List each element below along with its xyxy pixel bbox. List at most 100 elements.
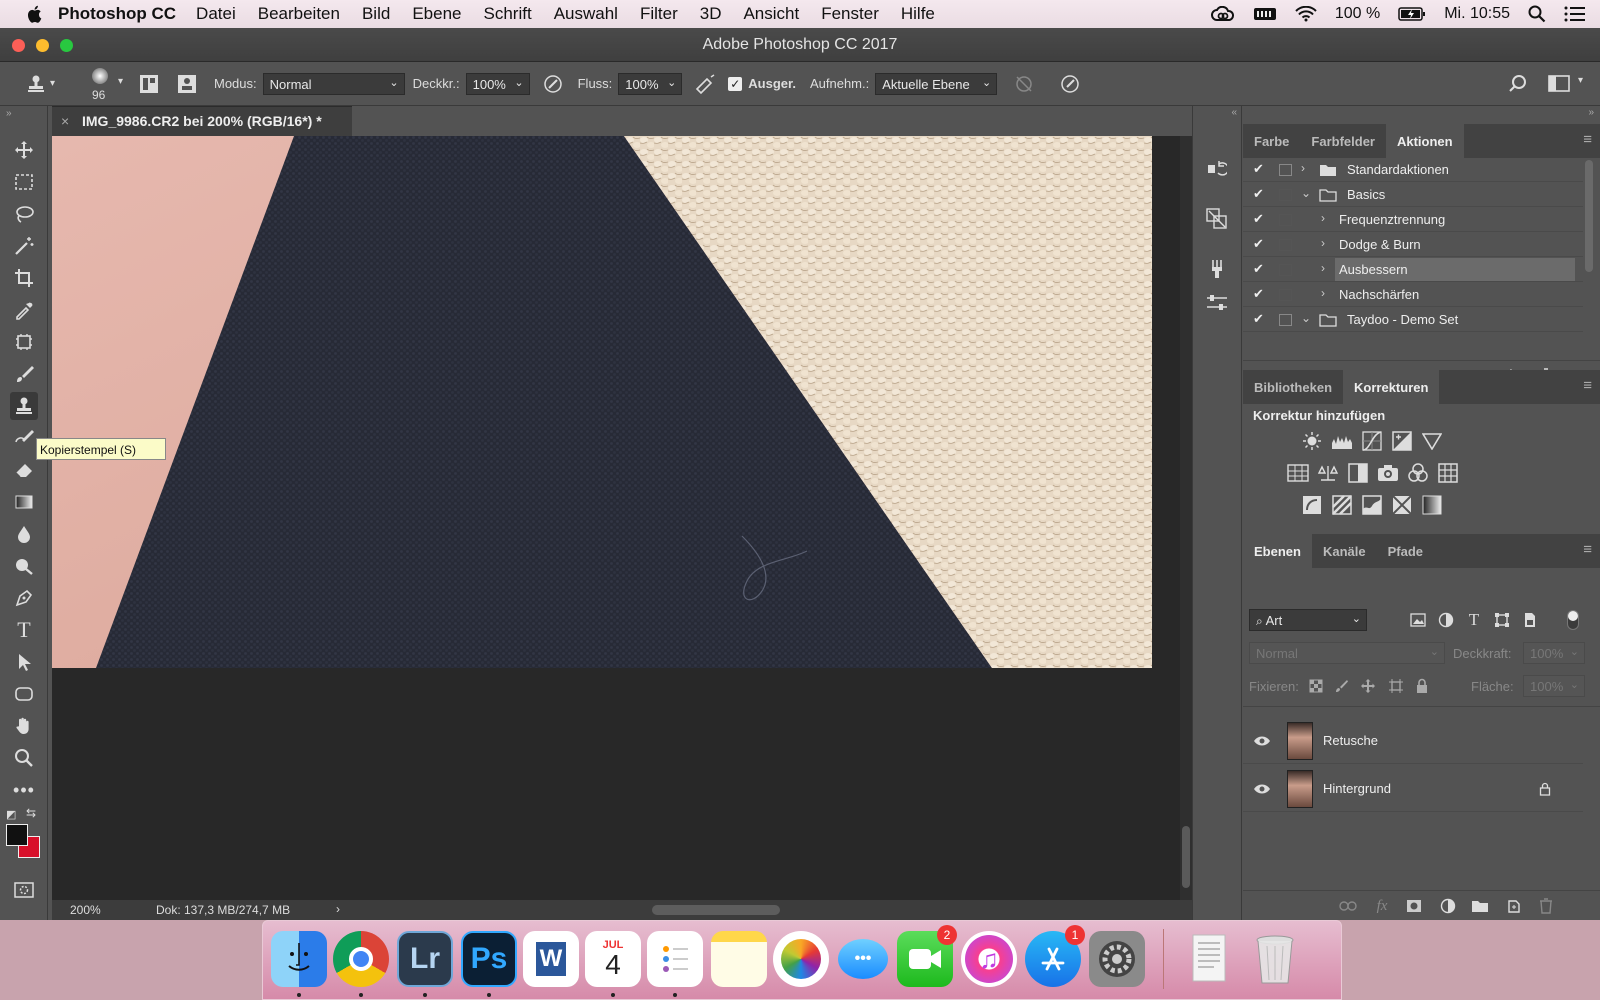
fluss-input[interactable]: 100% ⌄ [618, 72, 683, 95]
notes-icon[interactable] [711, 931, 767, 987]
ignore-adjustment-layers-icon[interactable] [1013, 73, 1035, 95]
actions-scrollbar-thumb[interactable] [1585, 160, 1593, 272]
eye-icon[interactable] [1253, 783, 1271, 795]
canvas-vertical-scrollbar[interactable] [1180, 136, 1192, 912]
new-layer-icon[interactable] [1503, 895, 1525, 917]
invert-icon[interactable] [1301, 494, 1323, 516]
filter-pixel-icon[interactable] [1407, 609, 1429, 631]
move-tool-icon[interactable] [10, 136, 38, 164]
tab-pfade[interactable]: Pfade [1377, 534, 1434, 568]
clone-stamp-icon[interactable] [10, 392, 38, 420]
eraser-icon[interactable] [10, 456, 38, 484]
layer-name[interactable]: Retusche [1323, 733, 1378, 748]
check-icon[interactable]: ✔ [1253, 161, 1264, 177]
action-row[interactable]: ✔ › Frequenztrennung [1243, 208, 1583, 232]
eye-icon[interactable] [1253, 735, 1271, 747]
menu-ansicht[interactable]: Ansicht [743, 4, 799, 24]
layer-filter-select[interactable]: ⌕ Art ⌄ [1249, 609, 1367, 631]
gradient-tool-icon[interactable] [10, 488, 38, 516]
dodge-tool-icon[interactable] [10, 552, 38, 580]
app-menu-photoshop[interactable]: Photoshop CC [58, 4, 176, 24]
color-balance-icon[interactable] [1317, 462, 1339, 484]
more-tools-icon[interactable]: ••• [10, 776, 38, 804]
tab-ebenen[interactable]: Ebenen [1243, 534, 1312, 568]
swap-colors-icon[interactable]: ⇆ [26, 806, 36, 820]
trash-icon[interactable] [1247, 931, 1303, 987]
search-icon[interactable] [1508, 74, 1528, 94]
window-title-bar[interactable]: Adobe Photoshop CC 2017 [0, 28, 1600, 62]
panel-menu-icon[interactable]: ≡ [1583, 541, 1592, 558]
link-layers-icon[interactable] [1337, 895, 1359, 917]
filter-smart-object-icon[interactable] [1519, 609, 1541, 631]
battery-menu-icon[interactable] [1253, 6, 1277, 22]
check-icon[interactable]: ✔ [1253, 261, 1264, 277]
history-panel-icon[interactable] [1206, 158, 1228, 180]
dialog-toggle-icon[interactable] [1279, 314, 1292, 326]
collapse-panels-icon[interactable]: » [1588, 107, 1594, 118]
dialog-toggle-icon[interactable] [1279, 264, 1292, 276]
itunes-icon[interactable]: ♫ [961, 931, 1017, 987]
lock-icon[interactable] [1539, 782, 1551, 796]
lock-position-icon[interactable] [1357, 675, 1379, 697]
frame-tool-icon[interactable] [10, 328, 38, 356]
action-row[interactable]: ✔ › Dodge & Burn [1243, 233, 1583, 257]
pressure-opacity-icon[interactable] [542, 73, 564, 95]
type-tool-icon[interactable]: T [10, 616, 38, 644]
chevron-right-icon[interactable]: › [1321, 236, 1325, 250]
chevron-down-icon[interactable]: ▾ [1578, 75, 1583, 86]
exposure-icon[interactable] [1391, 430, 1413, 452]
layer-name[interactable]: Hintergrund [1323, 781, 1391, 796]
close-document-icon[interactable]: × [61, 113, 69, 129]
menu-fenster[interactable]: Fenster [821, 4, 879, 24]
hue-saturation-icon[interactable] [1287, 462, 1309, 484]
photos-icon[interactable] [773, 931, 829, 987]
new-group-icon[interactable] [1469, 895, 1491, 917]
lock-all-icon[interactable] [1411, 675, 1433, 697]
menu-hilfe[interactable]: Hilfe [901, 4, 935, 24]
check-icon[interactable]: ✔ [1253, 211, 1264, 227]
battery-charging-icon[interactable] [1398, 6, 1426, 22]
brightness-contrast-icon[interactable] [1301, 430, 1323, 452]
tab-bibliotheken[interactable]: Bibliotheken [1243, 370, 1343, 404]
deckkraft-input[interactable]: 100% ⌄ [465, 72, 530, 95]
brush-tool-icon[interactable] [10, 360, 38, 388]
clone-source-panel-icon[interactable] [1206, 208, 1228, 230]
action-set-row[interactable]: ✔ ⌄ Basics [1243, 183, 1583, 207]
documents-stack-icon[interactable] [1181, 931, 1237, 987]
collapse-toolbox-icon[interactable]: » [6, 108, 12, 119]
canvas-horizontal-scrollbar[interactable] [652, 905, 780, 915]
finder-icon[interactable] [271, 931, 327, 987]
add-mask-icon[interactable] [1403, 895, 1425, 917]
filter-adjustment-icon[interactable] [1435, 609, 1457, 631]
chevron-down-icon[interactable]: ⌄ [1301, 311, 1311, 325]
gradient-map-icon[interactable] [1421, 494, 1443, 516]
action-set-row[interactable]: ✔ ⌄ Taydoo - Demo Set [1243, 308, 1583, 332]
action-set-row[interactable]: ✔ › Standardaktionen [1243, 158, 1583, 182]
magic-wand-icon[interactable] [10, 232, 38, 260]
layer-style-icon[interactable]: fx [1371, 895, 1393, 917]
layer-row-hintergrund[interactable]: Hintergrund [1243, 766, 1583, 812]
expand-panels-icon[interactable]: « [1231, 107, 1237, 118]
menu-bild[interactable]: Bild [362, 4, 390, 24]
eyedropper-icon[interactable] [10, 296, 38, 324]
menu-filter[interactable]: Filter [640, 4, 678, 24]
blend-mode-select[interactable]: Normal ⌄ [1249, 642, 1445, 664]
wifi-icon[interactable] [1295, 6, 1317, 22]
dialog-toggle-icon[interactable] [1279, 164, 1292, 176]
menu-datei[interactable]: Datei [196, 4, 236, 24]
chevron-right-icon[interactable]: › [1301, 161, 1305, 175]
shape-tool-icon[interactable] [10, 680, 38, 708]
word-icon[interactable]: W [523, 931, 579, 987]
threshold-icon[interactable] [1361, 494, 1383, 516]
lock-artboard-icon[interactable] [1385, 675, 1407, 697]
layer-opacity-input[interactable]: 100% ⌄ [1523, 642, 1585, 664]
zoom-level[interactable]: 200% [70, 903, 101, 917]
tab-farbfelder[interactable]: Farbfelder [1300, 124, 1386, 158]
marquee-tool-icon[interactable] [10, 168, 38, 196]
path-select-icon[interactable] [10, 648, 38, 676]
zoom-tool-icon[interactable] [10, 744, 38, 772]
document-image[interactable] [52, 136, 1152, 668]
tab-farbe[interactable]: Farbe [1243, 124, 1300, 158]
dialog-toggle-icon[interactable] [1279, 189, 1292, 201]
document-tab[interactable]: × IMG_9986.CR2 bei 200% (RGB/16*) * [52, 106, 352, 136]
